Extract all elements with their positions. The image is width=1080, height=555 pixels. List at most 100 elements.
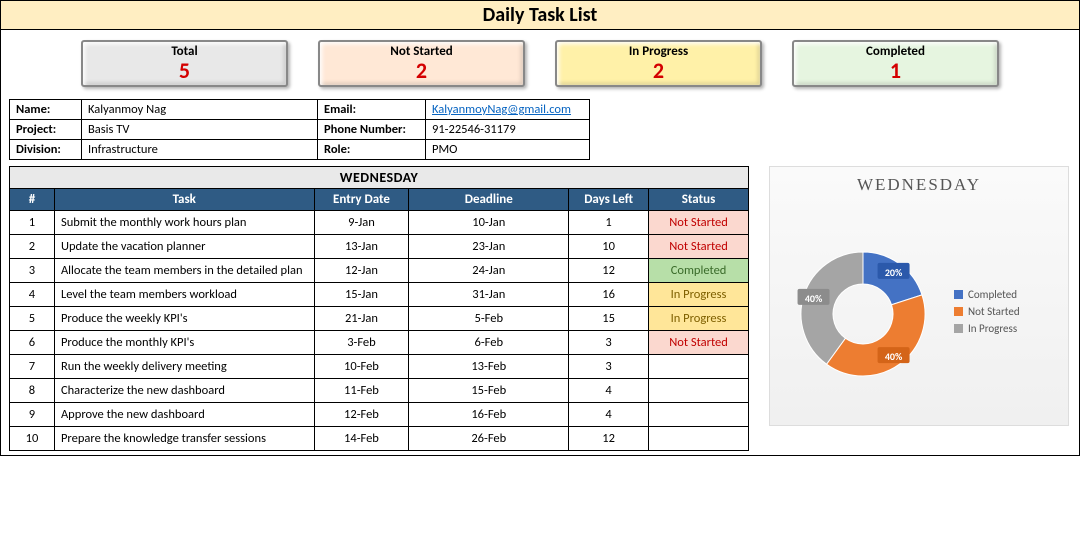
summary-card-inprogress: In Progress2 <box>555 40 762 87</box>
cell-status[interactable]: In Progress <box>649 307 749 331</box>
col-daysleft[interactable]: Days Left <box>569 189 649 211</box>
cell-entry[interactable]: 10-Feb <box>314 355 409 379</box>
table-row[interactable]: 8Characterize the new dashboard11-Feb15-… <box>10 379 749 403</box>
donut-data-label: 40% <box>878 347 910 363</box>
col-status[interactable]: Status <box>649 189 749 211</box>
info-name-label: Name: <box>10 100 82 120</box>
cell-status[interactable] <box>649 403 749 427</box>
cell-status[interactable]: Not Started <box>649 211 749 235</box>
cell-num[interactable]: 1 <box>10 211 55 235</box>
cell-daysleft[interactable]: 3 <box>569 355 649 379</box>
table-row[interactable]: 2Update the vacation planner13-Jan23-Jan… <box>10 235 749 259</box>
page-title: Daily Task List <box>1 1 1079 30</box>
table-row[interactable]: 1Submit the monthly work hours plan9-Jan… <box>10 211 749 235</box>
cell-task[interactable]: Submit the monthly work hours plan <box>54 211 314 235</box>
svg-text:40%: 40% <box>885 350 903 363</box>
cell-deadline[interactable]: 31-Jan <box>409 283 569 307</box>
cell-task[interactable]: Produce the weekly KPI's <box>54 307 314 331</box>
table-row[interactable]: 10Prepare the knowledge transfer session… <box>10 427 749 451</box>
card-value: 2 <box>557 59 760 85</box>
table-row[interactable]: 9Approve the new dashboard12-Feb16-Feb4 <box>10 403 749 427</box>
cell-task[interactable]: Approve the new dashboard <box>54 403 314 427</box>
summary-card-total: Total5 <box>81 40 288 87</box>
col-deadline[interactable]: Deadline <box>409 189 569 211</box>
cell-status[interactable] <box>649 379 749 403</box>
cell-deadline[interactable]: 15-Feb <box>409 379 569 403</box>
chart-legend: Completed Not Started In Progress <box>954 284 1020 339</box>
cell-num[interactable]: 8 <box>10 379 55 403</box>
cell-task[interactable]: Characterize the new dashboard <box>54 379 314 403</box>
svg-text:40%: 40% <box>805 292 823 305</box>
cell-task[interactable]: Level the team members workload <box>54 283 314 307</box>
cell-entry[interactable]: 9-Jan <box>314 211 409 235</box>
cell-deadline[interactable]: 6-Feb <box>409 331 569 355</box>
cell-num[interactable]: 4 <box>10 283 55 307</box>
cell-task[interactable]: Update the vacation planner <box>54 235 314 259</box>
summary-card-notstarted: Not Started2 <box>318 40 525 87</box>
cell-deadline[interactable]: 10-Jan <box>409 211 569 235</box>
cell-daysleft[interactable]: 12 <box>569 427 649 451</box>
cell-num[interactable]: 7 <box>10 355 55 379</box>
cell-status[interactable]: Not Started <box>649 331 749 355</box>
info-phone-value: 91-22546-31179 <box>426 120 590 140</box>
cell-deadline[interactable]: 5-Feb <box>409 307 569 331</box>
legend-label: Completed <box>968 288 1017 301</box>
cell-entry[interactable]: 14-Feb <box>314 427 409 451</box>
cell-daysleft[interactable]: 1 <box>569 211 649 235</box>
info-email-value[interactable]: KalyanmoyNag@gmail.com <box>426 100 590 120</box>
cell-entry[interactable]: 11-Feb <box>314 379 409 403</box>
task-table-header-row: # Task Entry Date Deadline Days Left Sta… <box>10 189 749 211</box>
table-row[interactable]: 3Allocate the team members in the detail… <box>10 259 749 283</box>
cell-task[interactable]: Produce the monthly KPI's <box>54 331 314 355</box>
cell-num[interactable]: 9 <box>10 403 55 427</box>
cell-status[interactable]: Not Started <box>649 235 749 259</box>
cell-num[interactable]: 5 <box>10 307 55 331</box>
table-row[interactable]: 4Level the team members workload15-Jan31… <box>10 283 749 307</box>
cell-num[interactable]: 2 <box>10 235 55 259</box>
cell-daysleft[interactable]: 4 <box>569 403 649 427</box>
cell-deadline[interactable]: 13-Feb <box>409 355 569 379</box>
legend-notstarted: Not Started <box>954 305 1020 318</box>
cell-deadline[interactable]: 23-Jan <box>409 235 569 259</box>
cell-daysleft[interactable]: 12 <box>569 259 649 283</box>
cell-status[interactable]: In Progress <box>649 283 749 307</box>
donut-data-label: 40% <box>798 289 830 305</box>
cell-task[interactable]: Prepare the knowledge transfer sessions <box>54 427 314 451</box>
cell-entry[interactable]: 3-Feb <box>314 331 409 355</box>
cell-entry[interactable]: 12-Jan <box>314 259 409 283</box>
col-num[interactable]: # <box>10 189 55 211</box>
cell-daysleft[interactable]: 3 <box>569 331 649 355</box>
legend-label: Not Started <box>968 305 1020 318</box>
cell-num[interactable]: 6 <box>10 331 55 355</box>
cell-status[interactable]: Completed <box>649 259 749 283</box>
table-row[interactable]: 6Produce the monthly KPI's3-Feb6-Feb3Not… <box>10 331 749 355</box>
table-row[interactable]: 5Produce the weekly KPI's21-Jan5-Feb15In… <box>10 307 749 331</box>
cell-daysleft[interactable]: 15 <box>569 307 649 331</box>
email-link[interactable]: KalyanmoyNag@gmail.com <box>432 102 571 117</box>
cell-entry[interactable]: 12-Feb <box>314 403 409 427</box>
cell-daysleft[interactable]: 4 <box>569 379 649 403</box>
cell-entry[interactable]: 21-Jan <box>314 307 409 331</box>
chart-title: WEDNESDAY <box>770 167 1068 197</box>
cell-entry[interactable]: 15-Jan <box>314 283 409 307</box>
table-row[interactable]: 7Run the weekly delivery meeting10-Feb13… <box>10 355 749 379</box>
cell-daysleft[interactable]: 16 <box>569 283 649 307</box>
summary-card-completed: Completed1 <box>792 40 999 87</box>
cell-status[interactable] <box>649 427 749 451</box>
card-value: 5 <box>83 59 286 85</box>
cell-daysleft[interactable]: 10 <box>569 235 649 259</box>
swatch-icon <box>954 290 963 299</box>
info-table: Name: Kalyanmoy Nag Email: KalyanmoyNag@… <box>9 99 590 160</box>
cell-num[interactable]: 10 <box>10 427 55 451</box>
col-entry[interactable]: Entry Date <box>314 189 409 211</box>
cell-task[interactable]: Allocate the team members in the detaile… <box>54 259 314 283</box>
cell-num[interactable]: 3 <box>10 259 55 283</box>
task-table-day-header: WEDNESDAY <box>9 166 749 188</box>
col-task[interactable]: Task <box>54 189 314 211</box>
cell-deadline[interactable]: 24-Jan <box>409 259 569 283</box>
cell-deadline[interactable]: 26-Feb <box>409 427 569 451</box>
cell-entry[interactable]: 13-Jan <box>314 235 409 259</box>
cell-status[interactable] <box>649 355 749 379</box>
cell-task[interactable]: Run the weekly delivery meeting <box>54 355 314 379</box>
cell-deadline[interactable]: 16-Feb <box>409 403 569 427</box>
